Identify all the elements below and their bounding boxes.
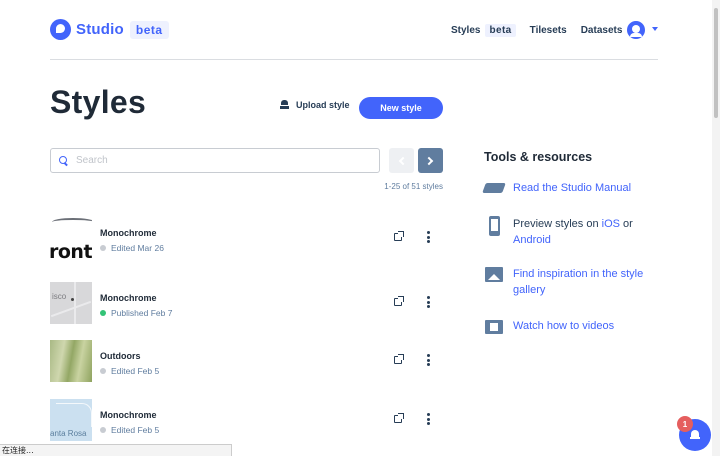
logo-text: Studio — [76, 21, 124, 38]
more-options-icon[interactable] — [427, 231, 430, 243]
style-name[interactable]: Monochrome — [100, 293, 157, 303]
status-dot-icon — [100, 368, 106, 374]
style-thumbnail[interactable] — [50, 340, 92, 382]
style-status-text: Edited Mar 26 — [111, 243, 164, 253]
phone-icon — [484, 216, 504, 236]
notification-count-badge: 1 — [677, 416, 693, 432]
chevron-left-icon — [398, 156, 408, 165]
style-row[interactable]: isco Monochrome Published Feb 7 — [50, 282, 442, 324]
open-external-icon[interactable] — [394, 296, 404, 306]
book-icon — [484, 180, 504, 198]
bell-icon — [690, 430, 700, 439]
style-row[interactable]: ront Monochrome Edited Mar 26 — [50, 217, 442, 259]
search-box[interactable] — [50, 148, 380, 173]
open-external-icon[interactable] — [394, 413, 404, 423]
logo-beta-badge: beta — [129, 20, 169, 39]
more-options-icon[interactable] — [427, 354, 430, 366]
nav-tilesets[interactable]: Tilesets — [530, 25, 567, 36]
pagination-count: 1-25 of 51 styles — [384, 182, 443, 191]
page-title: Styles — [50, 84, 147, 120]
android-link[interactable]: Android — [513, 234, 551, 246]
nav-styles-label: Styles — [451, 25, 481, 36]
image-icon — [484, 266, 504, 284]
style-row[interactable]: Outdoors Edited Feb 5 — [50, 340, 442, 382]
style-status-text: Published Feb 7 — [111, 308, 173, 318]
upload-style-label: Upload style — [296, 100, 350, 110]
manual-link[interactable]: Read the Studio Manual — [513, 180, 658, 196]
browser-status-bar: 在连接... — [0, 444, 232, 456]
nav-styles[interactable]: Styles beta — [451, 24, 516, 37]
style-status: Edited Feb 5 — [100, 425, 159, 435]
upload-style-button[interactable]: Upload style — [280, 100, 350, 110]
account-menu-caret-icon[interactable] — [652, 27, 658, 31]
style-status: Published Feb 7 — [100, 308, 172, 318]
style-thumbnail[interactable]: anta Rosa — [50, 399, 92, 441]
nav-datasets[interactable]: Datasets — [581, 25, 623, 36]
style-row[interactable]: anta Rosa Monochrome Edited Feb 5 — [50, 399, 442, 441]
preview-text: Preview styles on iOS or Android — [513, 216, 658, 248]
search-input[interactable] — [76, 155, 366, 166]
style-status-text: Edited Feb 5 — [111, 366, 160, 376]
tool-gallery: Find inspiration in the style gallery — [484, 266, 658, 298]
upload-icon — [280, 100, 289, 110]
open-external-icon[interactable] — [394, 354, 404, 364]
header-divider — [50, 59, 658, 60]
new-style-button[interactable]: New style — [359, 97, 443, 119]
nav-datasets-label: Datasets — [580, 25, 623, 36]
chevron-right-icon — [424, 156, 434, 165]
studio-logo[interactable]: Studio beta — [50, 19, 169, 40]
gallery-link[interactable]: Find inspiration in the style gallery — [513, 266, 658, 298]
status-dot-icon — [100, 427, 106, 433]
style-status-text: Edited Feb 5 — [111, 425, 160, 435]
preview-prefix: Preview styles on — [513, 218, 602, 230]
studio-logo-icon — [50, 19, 71, 40]
page-scrollbar[interactable] — [712, 0, 720, 456]
status-dot-icon — [100, 245, 106, 251]
videos-link[interactable]: Watch how to videos — [513, 318, 658, 334]
ios-link[interactable]: iOS — [602, 218, 620, 230]
preview-or: or — [620, 218, 633, 230]
style-status: Edited Mar 26 — [100, 243, 164, 253]
status-dot-icon — [100, 310, 106, 316]
thumbnail-map-label: ront — [50, 241, 92, 259]
style-status: Edited Feb 5 — [100, 366, 159, 376]
nav-tilesets-label: Tilesets — [529, 25, 567, 36]
tool-preview: Preview styles on iOS or Android — [484, 216, 658, 248]
next-page-button[interactable] — [418, 148, 443, 173]
thumbnail-map-label: anta Rosa — [50, 429, 87, 438]
nav-styles-beta-badge: beta — [485, 24, 516, 37]
search-icon — [59, 156, 68, 165]
scrollbar-thumb[interactable] — [714, 8, 718, 118]
more-options-icon[interactable] — [427, 413, 430, 425]
more-options-icon[interactable] — [427, 296, 430, 308]
open-external-icon[interactable] — [394, 231, 404, 241]
previous-page-button[interactable] — [389, 148, 414, 173]
style-thumbnail[interactable]: isco — [50, 282, 92, 324]
style-thumbnail[interactable]: ront — [50, 217, 92, 259]
tools-title: Tools & resources — [484, 150, 593, 164]
style-name[interactable]: Monochrome — [100, 410, 157, 420]
style-name[interactable]: Monochrome — [100, 228, 157, 238]
thumbnail-map-label: isco — [52, 292, 67, 301]
style-name[interactable]: Outdoors — [100, 351, 141, 361]
tool-videos: Watch how to videos — [484, 318, 658, 336]
tool-manual: Read the Studio Manual — [484, 180, 658, 198]
top-nav: Styles beta Tilesets Datasets — [451, 24, 636, 37]
user-avatar-icon[interactable] — [627, 21, 645, 39]
film-icon — [484, 318, 504, 336]
